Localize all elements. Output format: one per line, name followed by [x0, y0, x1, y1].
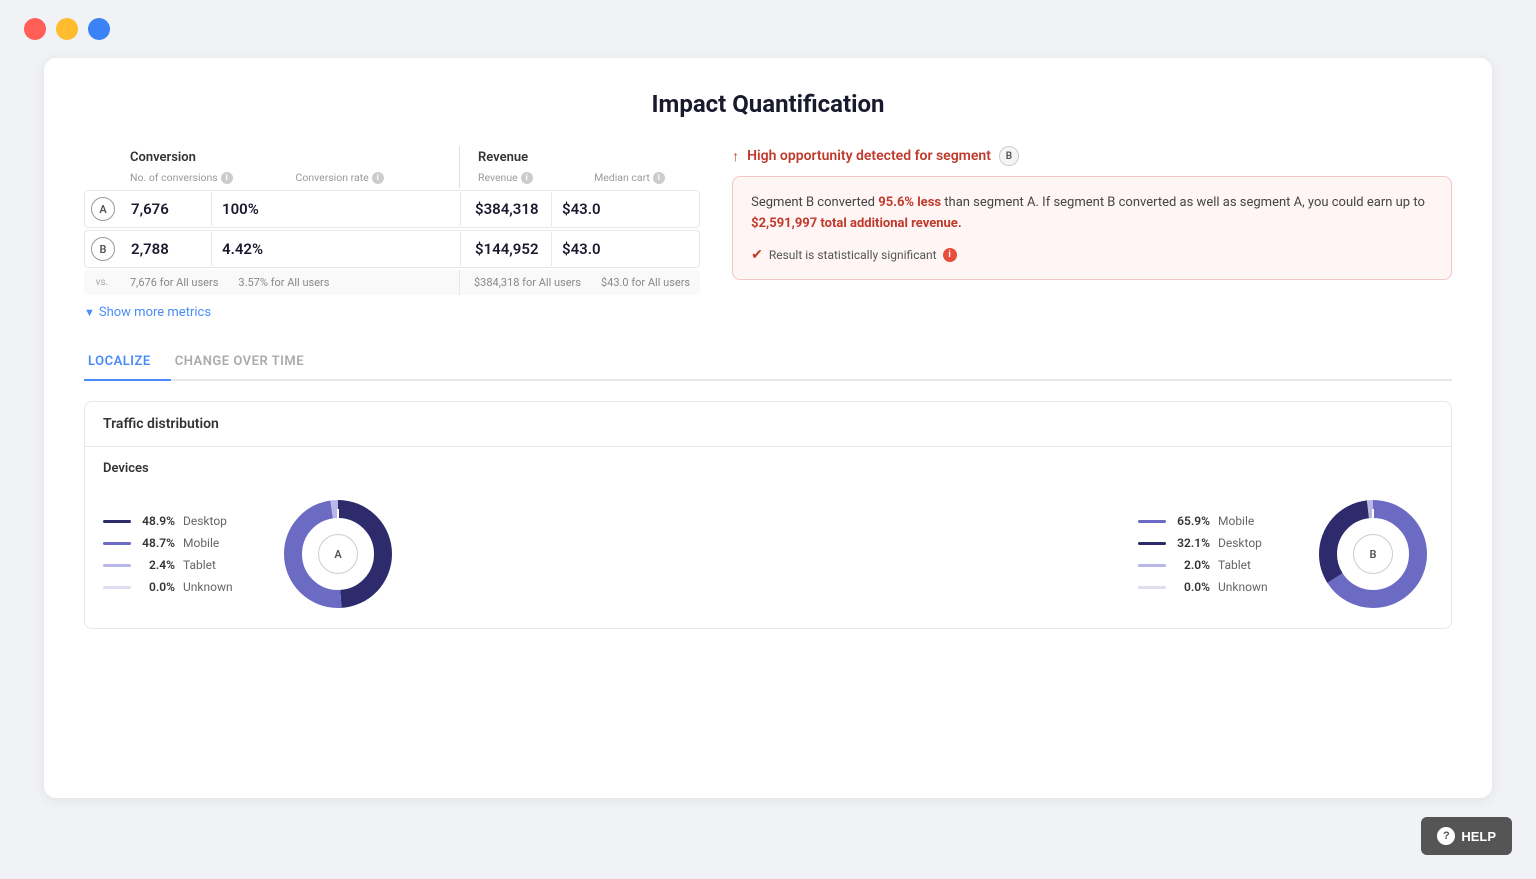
legend-label-tablet-a: Tablet: [183, 558, 238, 572]
devices-title: Devices: [103, 461, 1433, 476]
opportunity-segment-badge: B: [999, 146, 1019, 166]
legend-color-tablet-a: [103, 564, 131, 567]
row-a-conv-rate: 100%: [212, 192, 302, 226]
legend-pct-desktop-b: 32.1%: [1174, 536, 1210, 550]
median-cart-info-icon[interactable]: i: [653, 172, 665, 184]
legend-a: 48.9% Desktop 48.7% Mobile 2.4%: [103, 514, 238, 594]
row-a-conversions: 7,676: [121, 192, 211, 226]
legend-label-tablet-b: Tablet: [1218, 558, 1273, 572]
legend-label-mobile-a: Mobile: [183, 536, 238, 550]
devices-charts: 48.9% Desktop 48.7% Mobile 2.4%: [103, 494, 1433, 614]
no-of-conversions-info-icon[interactable]: i: [221, 172, 233, 184]
legend-label-desktop-b: Desktop: [1218, 536, 1273, 550]
stat-sig-info-icon[interactable]: i: [943, 248, 957, 262]
legend-pct-unknown-a: 0.0%: [139, 580, 175, 594]
row-b-conv-rate: 4.42%: [212, 232, 302, 266]
legend-pct-tablet-a: 2.4%: [139, 558, 175, 572]
main-card: Impact Quantification Conversion No. of …: [44, 58, 1492, 798]
revenue-header: Revenue: [468, 146, 700, 171]
legend-label-mobile-b: Mobile: [1218, 514, 1273, 528]
legend-color-mobile-a: [103, 542, 131, 545]
tab-localize[interactable]: LOCALIZE: [84, 344, 171, 381]
donut-chart-b: B: [1313, 494, 1433, 614]
legend-item-mobile-a: 48.7% Mobile: [103, 536, 238, 550]
legend-color-tablet-b: [1138, 564, 1166, 567]
vs-median-cart: $43.0 for All users: [591, 270, 700, 295]
legend-label-desktop-a: Desktop: [183, 514, 238, 528]
traffic-card: Traffic distribution Devices 48.9% Deskt…: [84, 401, 1452, 629]
legend-color-mobile-b: [1138, 520, 1166, 523]
tabs-row: LOCALIZE CHANGE OVER TIME: [84, 344, 1452, 381]
legend-pct-tablet-b: 2.0%: [1174, 558, 1210, 572]
chart-group-b: 65.9% Mobile 32.1% Desktop 2.0%: [1138, 494, 1433, 614]
opportunity-header: ↑ High opportunity detected for segment …: [732, 146, 1452, 166]
chevron-down-icon: ▼: [84, 306, 95, 319]
close-button[interactable]: [24, 18, 46, 40]
legend-pct-desktop-a: 48.9%: [139, 514, 175, 528]
top-section: Conversion No. of conversions i Conversi…: [84, 146, 1452, 320]
page-title: Impact Quantification: [84, 90, 1452, 118]
arrow-up-icon: ↑: [732, 148, 739, 165]
revenue-info-icon[interactable]: i: [521, 172, 533, 184]
conversion-header: Conversion: [120, 146, 451, 171]
legend-item-desktop-a: 48.9% Desktop: [103, 514, 238, 528]
legend-label-unknown-b: Unknown: [1218, 580, 1273, 594]
legend-item-mobile-b: 65.9% Mobile: [1138, 514, 1273, 528]
row-a-median-cart: $43.0: [552, 192, 642, 226]
donut-center-a: A: [318, 534, 358, 574]
tab-change-over-time[interactable]: CHANGE OVER TIME: [171, 344, 324, 381]
help-button[interactable]: ? HELP: [1421, 817, 1512, 855]
stat-sig-row: ✔ Result is statistically significant i: [751, 247, 1433, 263]
legend-pct-mobile-a: 48.7%: [139, 536, 175, 550]
table-row-b: B 2,788 4.42% $144,952 $43.0: [84, 230, 700, 268]
legend-color-desktop-a: [103, 520, 131, 523]
devices-section: Devices 48.9% Desktop 48.7%: [85, 447, 1451, 628]
metrics-table: Conversion No. of conversions i Conversi…: [84, 146, 700, 320]
segment-a-badge: A: [91, 197, 115, 221]
legend-item-desktop-b: 32.1% Desktop: [1138, 536, 1273, 550]
row-b-median-cart: $43.0: [552, 232, 642, 266]
opportunity-content: Segment B converted 95.6% less than segm…: [732, 176, 1452, 280]
traffic-header: Traffic distribution: [85, 402, 1451, 447]
table-row-a: A 7,676 100% $384,318 $43.0: [84, 190, 700, 228]
legend-label-unknown-a: Unknown: [183, 580, 238, 594]
minimize-button[interactable]: [56, 18, 78, 40]
revenue-label: Revenue i: [468, 171, 584, 188]
legend-color-unknown-b: [1138, 586, 1166, 589]
segment-b-badge: B: [91, 237, 115, 261]
legend-item-tablet-b: 2.0% Tablet: [1138, 558, 1273, 572]
help-icon: ?: [1437, 827, 1455, 845]
conversion-rate-label: Conversion rate i: [286, 171, 452, 188]
row-b-revenue: $144,952: [461, 232, 551, 266]
conversion-rate-info-icon[interactable]: i: [372, 172, 384, 184]
vs-conversions: 7,676 for All users: [120, 270, 228, 295]
window-controls: [0, 0, 1536, 58]
row-b-conversions: 2,788: [121, 232, 211, 266]
legend-item-unknown-b: 0.0% Unknown: [1138, 580, 1273, 594]
vs-revenue: $384,318 for All users: [460, 270, 591, 295]
legend-b: 65.9% Mobile 32.1% Desktop 2.0%: [1138, 514, 1273, 594]
legend-pct-unknown-b: 0.0%: [1174, 580, 1210, 594]
table-row-vs: vs. 7,676 for All users 3.57% for All us…: [84, 270, 700, 295]
legend-item-tablet-a: 2.4% Tablet: [103, 558, 238, 572]
vs-conv-rate: 3.57% for All users: [228, 270, 339, 295]
check-icon: ✔: [751, 247, 763, 263]
legend-pct-mobile-b: 65.9%: [1174, 514, 1210, 528]
row-a-revenue: $384,318: [461, 192, 551, 226]
maximize-button[interactable]: [88, 18, 110, 40]
chart-group-a: 48.9% Desktop 48.7% Mobile 2.4%: [103, 494, 398, 614]
legend-item-unknown-a: 0.0% Unknown: [103, 580, 238, 594]
vs-label: vs.: [90, 277, 114, 288]
donut-center-b: B: [1353, 534, 1393, 574]
opportunity-box: ↑ High opportunity detected for segment …: [732, 146, 1452, 280]
opportunity-text: Segment B converted 95.6% less than segm…: [751, 193, 1433, 235]
no-of-conversions-label: No. of conversions i: [120, 171, 286, 188]
traffic-section: Traffic distribution Devices 48.9% Deskt…: [44, 401, 1492, 629]
show-more-metrics[interactable]: ▼ Show more metrics: [84, 305, 700, 320]
legend-color-unknown-a: [103, 586, 131, 589]
median-cart-label: Median cart i: [584, 171, 700, 188]
donut-chart-a: A: [278, 494, 398, 614]
legend-color-desktop-b: [1138, 542, 1166, 545]
